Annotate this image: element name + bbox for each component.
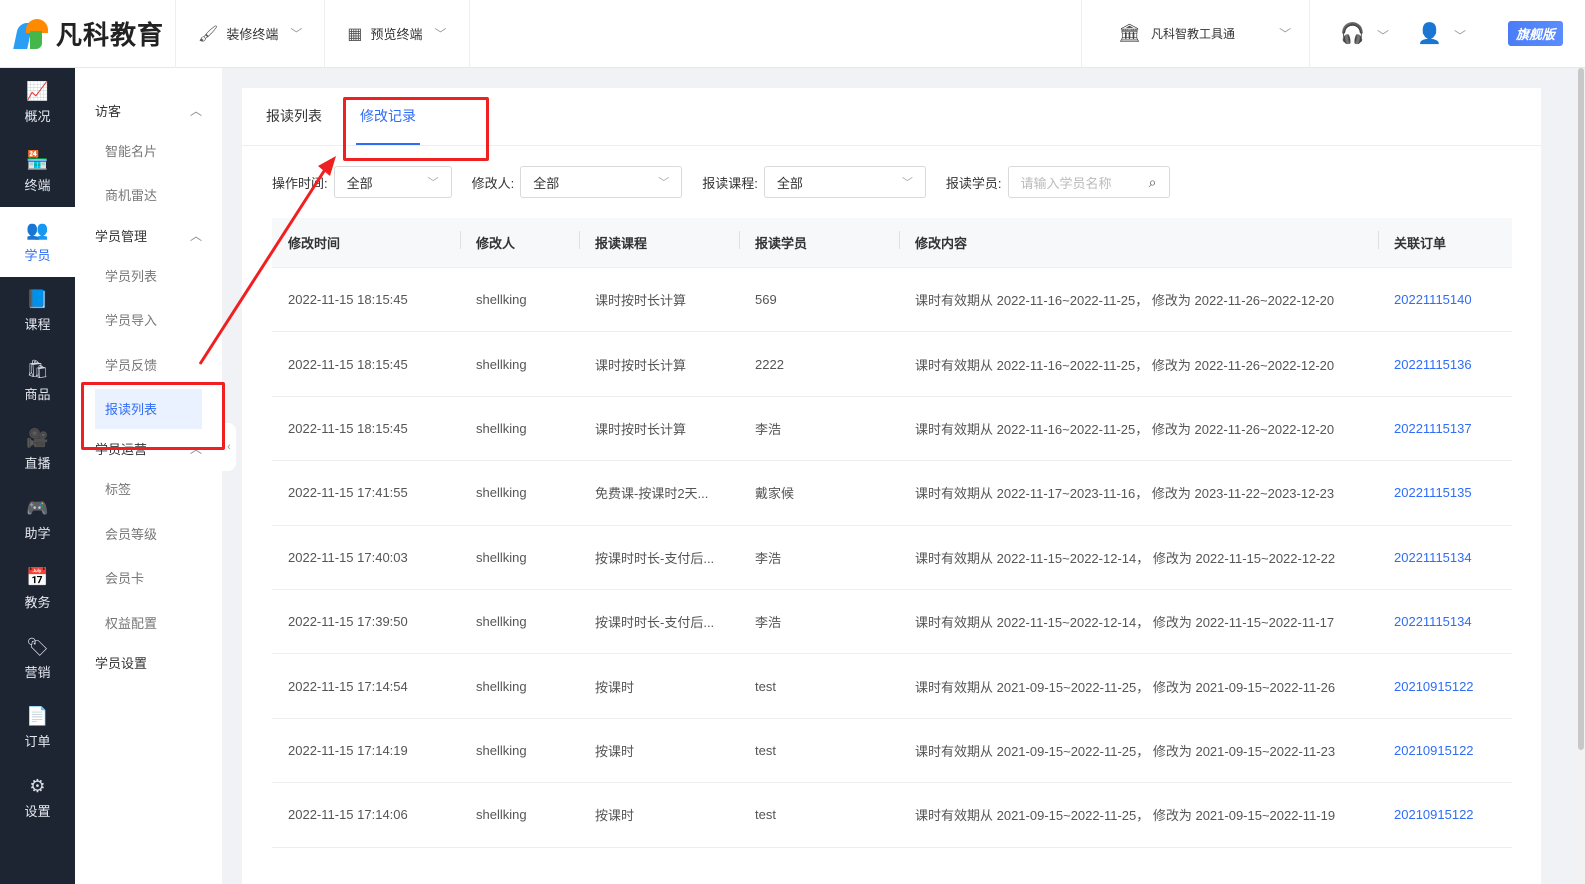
annotation-arrow [198,156,336,365]
page-scrollbar[interactable] [1577,68,1585,884]
scrollbar-thumb[interactable] [1578,68,1584,750]
